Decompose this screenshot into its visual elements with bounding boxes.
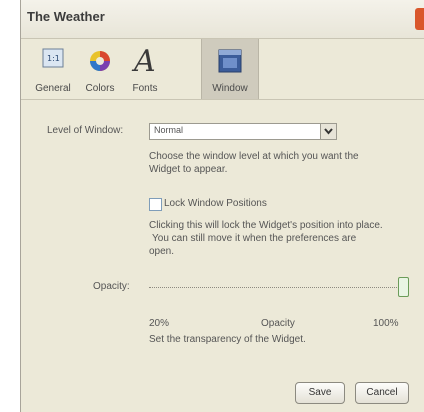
chevron-down-icon[interactable] bbox=[320, 124, 336, 139]
close-button[interactable] bbox=[415, 8, 424, 30]
tab-colors-label: Colors bbox=[85, 83, 115, 94]
tab-fonts[interactable]: A Fonts bbox=[125, 39, 165, 99]
opacity-help: Set the transparency of the Widget. bbox=[149, 334, 306, 345]
window-level-help: Choose the window level at which you wan… bbox=[149, 150, 419, 176]
svg-text:1:1: 1:1 bbox=[47, 54, 60, 63]
tab-fonts-label: Fonts bbox=[132, 83, 158, 94]
help-line: Choose the window level at which you wan… bbox=[149, 151, 359, 162]
lock-window-help: Clicking this will lock the Widget's pos… bbox=[149, 219, 424, 258]
title-bar[interactable]: The Weather bbox=[21, 0, 424, 39]
opacity-slider-track[interactable] bbox=[149, 287, 405, 288]
help-line: open. bbox=[149, 246, 175, 257]
window-level-value: Normal bbox=[154, 125, 184, 135]
color-wheel-icon bbox=[90, 51, 110, 71]
font-icon: A bbox=[131, 44, 156, 75]
opacity-mid-label: Opacity bbox=[261, 318, 295, 329]
window-title: The Weather bbox=[27, 9, 105, 24]
window-level-select[interactable]: Normal bbox=[149, 123, 337, 140]
tab-window[interactable]: Window bbox=[201, 39, 259, 99]
lock-window-label[interactable]: Lock Window Positions bbox=[164, 198, 267, 209]
cancel-button[interactable]: Cancel bbox=[355, 382, 409, 404]
help-line: Widget to appear. bbox=[149, 164, 228, 175]
tab-general-label: General bbox=[35, 83, 71, 94]
preferences-toolbar: 1:1 General Colors A Fonts Window bbox=[21, 39, 424, 100]
general-icon: 1:1 bbox=[42, 48, 64, 68]
tab-general[interactable]: 1:1 General bbox=[31, 39, 75, 99]
level-of-window-label: Level of Window: bbox=[47, 125, 124, 136]
tab-colors[interactable]: Colors bbox=[79, 39, 121, 99]
opacity-label: Opacity: bbox=[93, 281, 130, 292]
svg-text:A: A bbox=[131, 44, 156, 75]
help-line: You can still move it when the preferenc… bbox=[152, 233, 357, 244]
window-icon bbox=[218, 49, 242, 73]
preferences-window: The Weather 1:1 General Colors A Fonts W… bbox=[20, 0, 424, 412]
opacity-min-label: 20% bbox=[149, 318, 170, 329]
opacity-slider-thumb[interactable] bbox=[398, 277, 409, 297]
tab-window-label: Window bbox=[212, 83, 248, 94]
save-button[interactable]: Save bbox=[295, 382, 345, 404]
opacity-max-label: 100% bbox=[373, 318, 399, 329]
help-line: Clicking this will lock the Widget's pos… bbox=[149, 220, 383, 231]
lock-window-checkbox[interactable] bbox=[149, 198, 162, 211]
